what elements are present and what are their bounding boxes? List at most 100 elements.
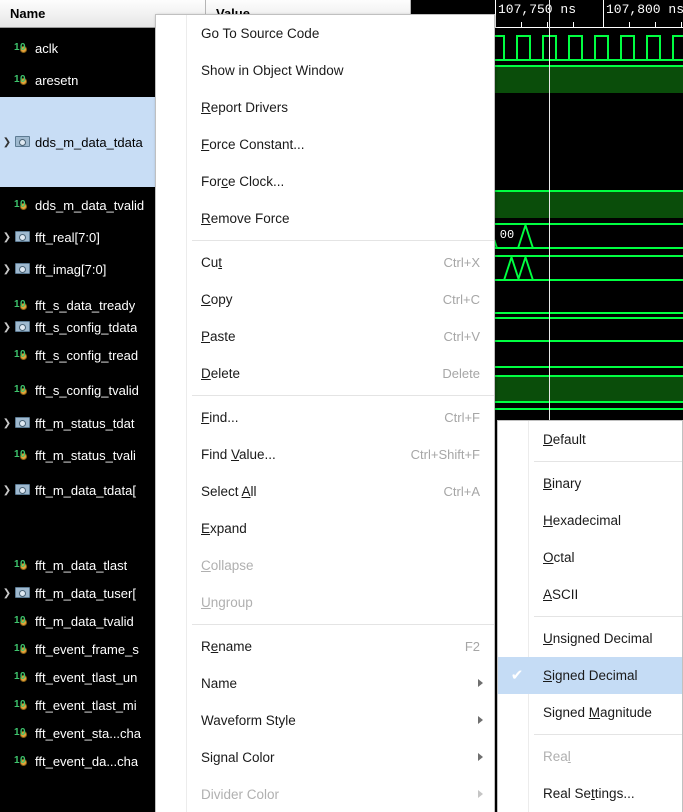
menu-item-cut[interactable]: Cut Ctrl+X (156, 244, 494, 281)
signal-name-label: fft_event_frame_s (35, 641, 139, 657)
menu-item-shortcut: Ctrl+V (443, 329, 480, 344)
signal-name-label: aclk (35, 40, 59, 56)
menu-item-shortcut: Ctrl+A (443, 484, 480, 499)
radix-submenu[interactable]: Default Binary Hexadecimal Octal ASCII Unsign… (497, 420, 683, 812)
menu-item-label: Go To Source Code (201, 26, 320, 41)
menu-item-label: Paste (201, 329, 236, 344)
menu-item-label: Ungroup (201, 595, 253, 610)
menu-separator (534, 461, 682, 462)
menu-item-waveform-style[interactable]: Waveform Style (156, 702, 494, 739)
expand-chevron-icon[interactable]: ❯ (0, 588, 14, 599)
waveform-viewer-window: Name Value aclkaresetn❯dds_m_data_tdatad… (0, 0, 683, 812)
time-label-1: 107,800 ns (606, 2, 683, 17)
signal-name-label: fft_m_data_tuser[ (35, 585, 136, 601)
logic-signal-icon (14, 298, 30, 312)
time-label-0: 107,750 ns (498, 2, 577, 17)
menu-item-rename[interactable]: Rename F2 (156, 628, 494, 665)
bus-signal-icon (14, 483, 30, 497)
menu-item-paste[interactable]: Paste Ctrl+V (156, 318, 494, 355)
menu-item-copy[interactable]: Copy Ctrl+C (156, 281, 494, 318)
menu-item-select-all[interactable]: Select All Ctrl+A (156, 473, 494, 510)
menu-item-force-clock[interactable]: Force Clock... (156, 163, 494, 200)
signal-name-label: dds_m_data_tvalid (35, 197, 145, 213)
expand-chevron-icon[interactable]: ❯ (0, 418, 14, 429)
menu-item-unsigned-decimal[interactable]: Unsigned Decimal (498, 620, 682, 657)
submenu-arrow-icon (478, 753, 483, 761)
logic-signal-icon (14, 670, 30, 684)
menu-item-label: Delete (201, 366, 241, 381)
menu-item-name[interactable]: Name (156, 665, 494, 702)
menu-item-label: Octal (543, 550, 575, 565)
menu-item-real-settings[interactable]: Real Settings... (498, 775, 682, 812)
logic-signal-icon (14, 726, 30, 740)
menu-item-label: Divider Color (201, 787, 280, 802)
signal-name-label: fft_s_config_tvalid (35, 382, 139, 398)
expand-chevron-icon[interactable]: ❯ (0, 322, 14, 333)
check-icon: ✔ (510, 667, 524, 684)
menu-item-find[interactable]: Find... Ctrl+F (156, 399, 494, 436)
logic-signal-icon (14, 614, 30, 628)
menu-item-force-constant[interactable]: Force Constant... (156, 126, 494, 163)
expand-chevron-icon[interactable]: ❯ (0, 485, 14, 496)
menu-item-delete[interactable]: Delete Delete (156, 355, 494, 392)
menu-item-default[interactable]: Default (498, 421, 682, 458)
menu-item-hexadecimal[interactable]: Hexadecimal (498, 502, 682, 539)
submenu-arrow-icon (478, 790, 483, 798)
bus-signal-icon (14, 262, 30, 276)
menu-item-shortcut: Ctrl+F (444, 410, 480, 425)
signal-name-label: fft_s_data_tready (35, 297, 136, 313)
menu-item-remove-force[interactable]: Remove Force (156, 200, 494, 237)
bus-signal-icon (14, 135, 30, 149)
logic-signal-icon (14, 383, 30, 397)
menu-item-shortcut: F2 (464, 639, 480, 654)
menu-item-report-drivers[interactable]: Report Drivers (156, 89, 494, 126)
logic-signal-icon (14, 198, 30, 212)
menu-item-label: Select All (201, 484, 257, 499)
menu-item-label: Report Drivers (201, 100, 289, 115)
signal-name-label: fft_event_tlast_un (35, 669, 138, 685)
expand-chevron-icon[interactable]: ❯ (0, 137, 14, 148)
menu-item-label: Force Constant... (201, 137, 305, 152)
signal-name-label: fft_s_config_tread (35, 347, 139, 363)
menu-item-octal[interactable]: Octal (498, 539, 682, 576)
menu-item-label: Unsigned Decimal (543, 631, 653, 646)
logic-signal-icon (14, 642, 30, 656)
menu-item-label: Hexadecimal (543, 513, 622, 528)
menu-item-shortcut: Delete (442, 366, 480, 381)
menu-item-label: ASCII (543, 587, 579, 602)
signal-name-label: fft_event_da...cha (35, 753, 139, 769)
menu-item-label: Find Value... (201, 447, 276, 462)
menu-item-real: Real (498, 738, 682, 775)
signal-name-label: fft_m_status_tdat (35, 415, 135, 431)
menu-item-label: Find... (201, 410, 239, 425)
signal-name-label: fft_s_config_tdata (35, 319, 138, 335)
menu-item-signed-magnitude[interactable]: Signed Magnitude (498, 694, 682, 731)
logic-signal-icon (14, 698, 30, 712)
menu-item-ungroup: Ungroup (156, 584, 494, 621)
menu-item-signal-color[interactable]: Signal Color (156, 739, 494, 776)
menu-item-label: Collapse (201, 558, 254, 573)
menu-item-binary[interactable]: Binary (498, 465, 682, 502)
expand-chevron-icon[interactable]: ❯ (0, 264, 14, 275)
menu-item-expand[interactable]: Expand (156, 510, 494, 547)
signal-name-label: fft_m_data_tvalid (35, 613, 134, 629)
menu-item-label: Expand (201, 521, 247, 536)
menu-item-shortcut: Ctrl+X (443, 255, 480, 270)
menu-item-ascii[interactable]: ASCII (498, 576, 682, 613)
expand-chevron-icon[interactable]: ❯ (0, 232, 14, 243)
menu-item-signed-decimal[interactable]: ✔ Signed Decimal (498, 657, 682, 694)
context-menu[interactable]: Go To Source Code Show in Object Window Re… (155, 14, 495, 812)
menu-item-label: Default (543, 432, 586, 447)
menu-item-label: Waveform Style (201, 713, 296, 728)
menu-item-label: Real (543, 749, 571, 764)
menu-item-go-to-source-code[interactable]: Go To Source Code (156, 15, 494, 52)
menu-item-show-in-object-window[interactable]: Show in Object Window (156, 52, 494, 89)
menu-item-divider-color: Divider Color (156, 776, 494, 812)
bus-signal-icon (14, 230, 30, 244)
bus-signal-icon (14, 320, 30, 334)
signal-name-label: dds_m_data_tdata (35, 134, 143, 150)
menu-separator (534, 616, 682, 617)
menu-item-find-value[interactable]: Find Value... Ctrl+Shift+F (156, 436, 494, 473)
menu-item-shortcut: Ctrl+C (442, 292, 480, 307)
bus-signal-icon (14, 416, 30, 430)
